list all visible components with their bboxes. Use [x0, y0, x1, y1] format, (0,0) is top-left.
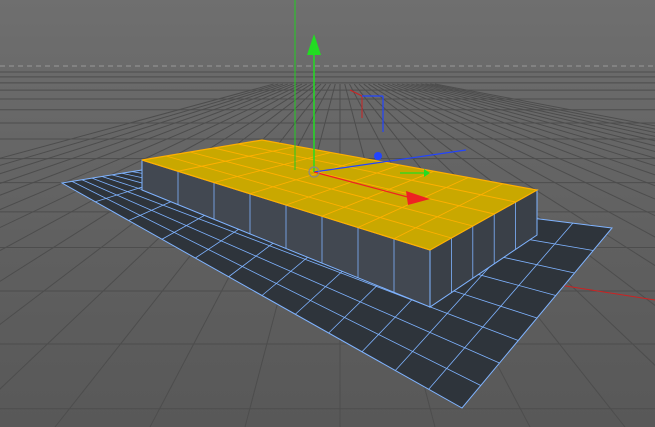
world-axis-indicator — [349, 89, 384, 132]
3d-viewport[interactable] — [0, 0, 655, 427]
move-z-cube-icon[interactable] — [374, 152, 382, 160]
viewport-canvas[interactable] — [0, 0, 655, 427]
move-y-arrow-icon[interactable] — [307, 34, 321, 55]
